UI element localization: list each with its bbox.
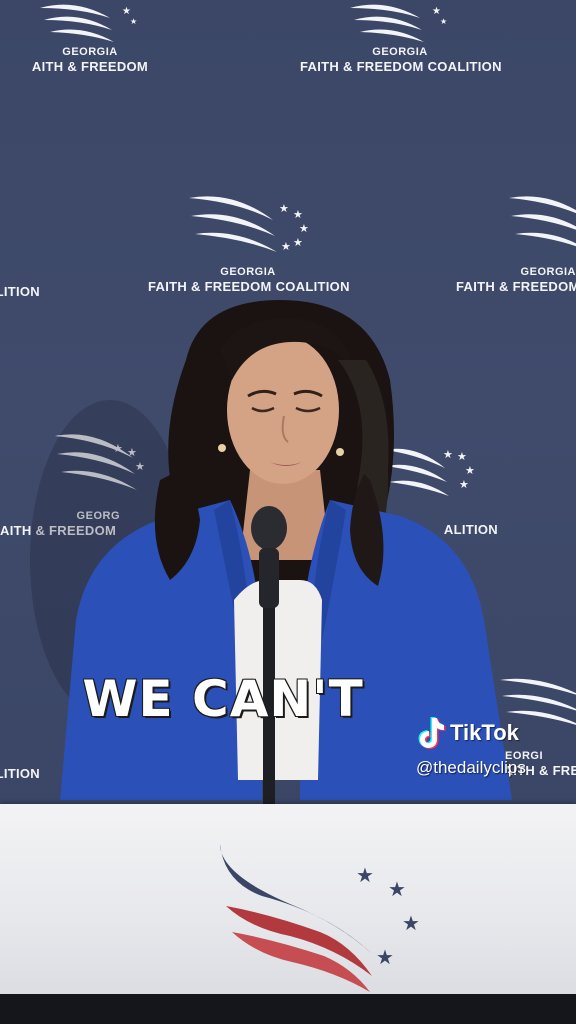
podium-base [0, 994, 576, 1024]
svg-text:★: ★ [356, 865, 374, 887]
tiktok-logo-icon [418, 717, 446, 749]
svg-text:★: ★ [376, 947, 394, 969]
tiktok-brand: TikTok [450, 720, 519, 745]
podium: ★ ★ ★ ★ [0, 804, 576, 994]
podium-logo-icon: ★ ★ ★ ★ [220, 844, 420, 992]
tiktok-handle: @thedailyclips [416, 758, 526, 777]
video-frame[interactable]: ★ ★ GEORGIA AITH & FREEDOM ★ ★ GEORGIA F… [0, 0, 576, 1024]
svg-text:★: ★ [388, 879, 406, 901]
tiktok-watermark: TikTok @thedailyclips [416, 716, 576, 778]
svg-text:★: ★ [402, 913, 420, 935]
